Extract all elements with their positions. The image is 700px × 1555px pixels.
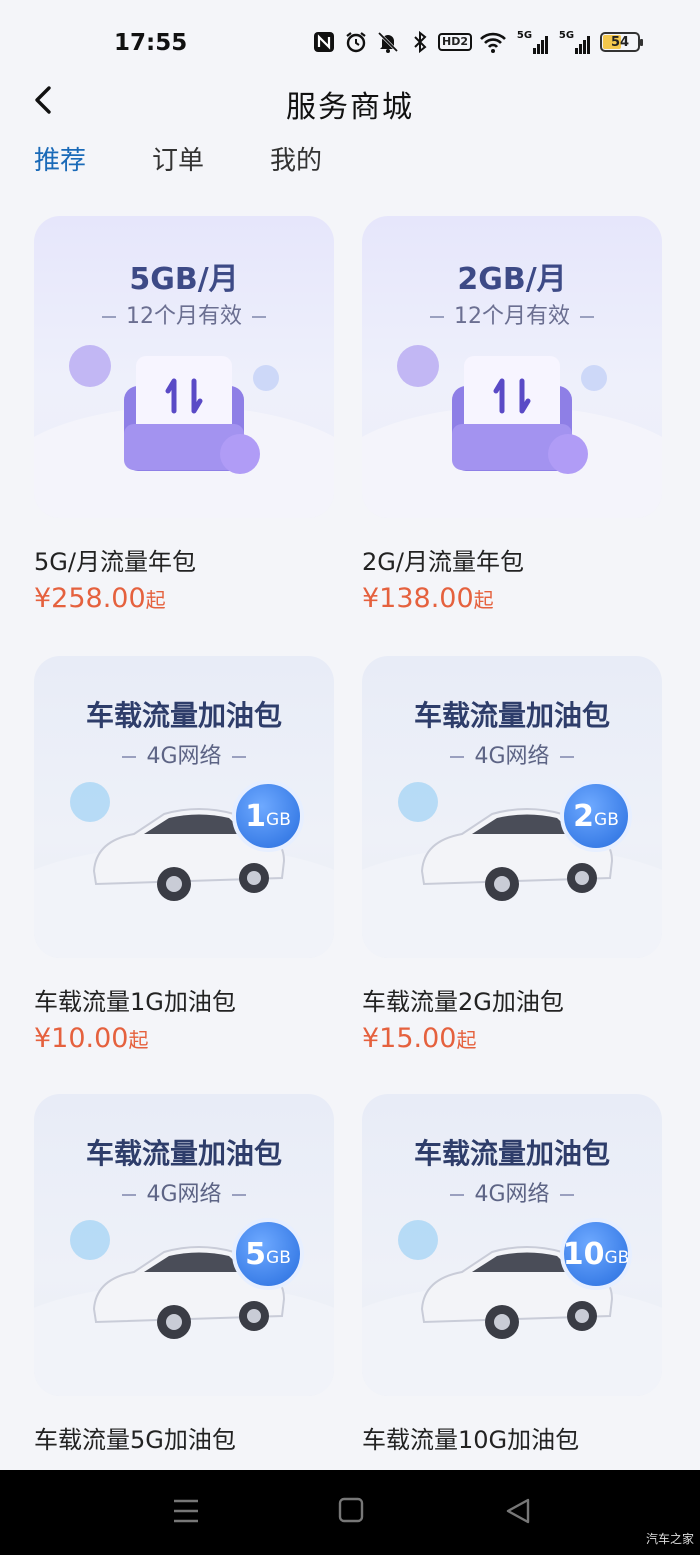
- product-price: ¥138.00起: [362, 583, 494, 614]
- product-banner: 2GB/月 12个月有效: [362, 216, 662, 518]
- product-price: ¥15.00起: [362, 1023, 477, 1054]
- product-name: 车载流量10G加油包: [362, 1426, 580, 1454]
- product-name: 车载流量5G加油包: [34, 1426, 236, 1454]
- product-name: 2G/月流量年包: [362, 548, 524, 576]
- banner-subtitle: 4G网络: [362, 738, 662, 770]
- nav-home-button[interactable]: [330, 1496, 370, 1526]
- product-price: ¥258.00起: [34, 583, 166, 614]
- product-banner: 车载流量加油包 4G网络 1 GB: [34, 656, 334, 958]
- system-nav-bar: 汽车之家: [0, 1470, 700, 1555]
- product-card[interactable]: 车载流量加油包 4G网络 10 GB 车载流量10G加油包: [362, 1094, 662, 1455]
- banner-title: 车载流量加油包: [413, 699, 610, 732]
- product-card[interactable]: 车载流量加油包 4G网络 1 GB 车载流量1G加油包 ¥10.00起: [34, 656, 334, 1054]
- banner-subtitle: 4G网络: [34, 1176, 334, 1208]
- product-banner: 车载流量加油包 4G网络 10 GB: [362, 1094, 662, 1396]
- nav-back-button[interactable]: [498, 1496, 538, 1526]
- bluetooth-icon: [408, 30, 432, 54]
- banner-subtitle: 4G网络: [34, 738, 334, 770]
- product-name: 车载流量2G加油包: [362, 988, 564, 1016]
- page-title: 服务商城: [286, 90, 414, 125]
- product-banner: 车载流量加油包 4G网络 2 GB: [362, 656, 662, 958]
- product-name: 车载流量1G加油包: [34, 988, 236, 1016]
- data-size-badge: 5 GB: [232, 1218, 304, 1290]
- data-size-badge: 1 GB: [232, 780, 304, 852]
- product-price: ¥10.00起: [34, 1023, 149, 1054]
- product-card[interactable]: 5GB/月 12个月有效 5G/月流量年包 ¥258.00起: [34, 216, 334, 614]
- status-icons: HD2 5G 5G 54: [312, 30, 643, 54]
- data-size-badge: 2 GB: [560, 780, 632, 852]
- signal-icon-2: 5G: [558, 30, 592, 54]
- banner-title: 车载流量加油包: [85, 1137, 282, 1170]
- banner-subtitle: 12个月有效: [34, 298, 334, 330]
- data-size-badge: 10 GB: [560, 1218, 632, 1290]
- tab-mine[interactable]: 我的: [270, 140, 322, 177]
- signal-icon: 5G: [516, 30, 550, 54]
- product-card[interactable]: 车载流量加油包 4G网络 2 GB 车载流量2G加油包 ¥15.00起: [362, 656, 662, 1054]
- nav-menu-button[interactable]: [166, 1496, 206, 1526]
- product-name: 5G/月流量年包: [34, 548, 196, 576]
- banner-subtitle: 12个月有效: [362, 298, 662, 330]
- product-banner: 5GB/月 12个月有效: [34, 216, 334, 518]
- banner-subtitle: 4G网络: [362, 1176, 662, 1208]
- banner-title: 5GB/月: [129, 262, 239, 297]
- tab-orders[interactable]: 订单: [152, 140, 204, 177]
- alarm-icon: [344, 30, 368, 54]
- status-bar: 17:55 HD2 5G 5G 54: [0, 0, 700, 88]
- product-card[interactable]: 2GB/月 12个月有效 2G/月流量年包 ¥138.00起: [362, 216, 662, 614]
- home-square-icon: [338, 1497, 364, 1523]
- nfc-icon: [312, 30, 336, 54]
- menu-icon: [174, 1499, 198, 1523]
- watermark: 汽车之家: [645, 1532, 694, 1546]
- wifi-icon: [478, 30, 508, 54]
- status-time: 17:55: [114, 30, 188, 56]
- banner-title: 车载流量加油包: [85, 699, 282, 732]
- banner-title: 车载流量加油包: [413, 1137, 610, 1170]
- battery-icon: 54: [600, 32, 643, 52]
- banner-title: 2GB/月: [457, 262, 567, 297]
- tab-bar: 推荐 订单 我的: [34, 140, 322, 177]
- back-triangle-icon: [506, 1498, 530, 1524]
- mute-icon: [376, 30, 400, 54]
- hd-icon: HD2: [438, 30, 472, 54]
- tab-recommend[interactable]: 推荐: [34, 140, 86, 177]
- product-card[interactable]: 车载流量加油包 4G网络 5 GB 车载流量5G加油包: [34, 1094, 334, 1455]
- product-banner: 车载流量加油包 4G网络 5 GB: [34, 1094, 334, 1396]
